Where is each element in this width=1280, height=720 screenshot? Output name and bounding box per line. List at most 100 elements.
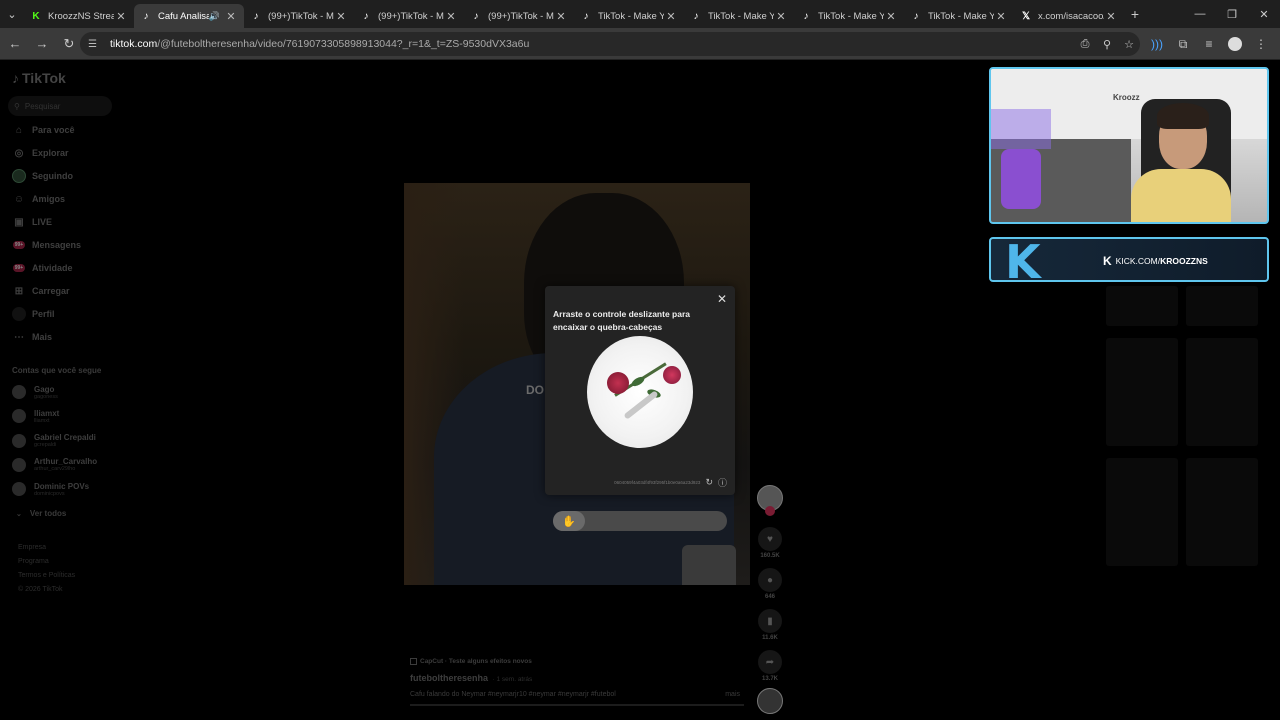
caption-line: Cafu falando do Neymar #neymarjr10 #neym… <box>410 691 750 698</box>
tab-close-icon[interactable]: ✕ <box>334 10 348 23</box>
activity-icon: 99+ <box>12 261 26 275</box>
tab-title: (99+)TikTok - Ma <box>488 10 554 22</box>
tiktok-logo[interactable]: ♪ TikTok <box>12 70 66 86</box>
sidebar-item-8[interactable]: Perfil <box>12 306 55 322</box>
restore-icon[interactable]: ❐ <box>1216 0 1248 28</box>
profile-avatar[interactable] <box>1228 37 1242 51</box>
post-date: · 1 sem. atrás <box>492 676 533 683</box>
footer-link[interactable]: Termos e Políticas <box>18 572 75 579</box>
install-app-icon[interactable]: ⎙ <box>1074 38 1096 51</box>
creator-avatar-button[interactable] <box>756 485 784 516</box>
zoom-icon[interactable]: ⚲ <box>1096 38 1118 51</box>
capcut-icon <box>410 658 417 665</box>
footer-link[interactable]: Empresa <box>18 544 46 551</box>
sidebar-item-7[interactable]: ⊞ Carregar <box>12 283 70 299</box>
tab-close-icon[interactable]: ✕ <box>114 10 128 23</box>
like-button[interactable]: ♥ 160.5K <box>756 527 784 559</box>
bookmark-star-icon[interactable]: ☆ <box>1118 38 1140 51</box>
account-handle: gagoness <box>34 393 58 400</box>
tab-close-icon[interactable]: ✕ <box>1104 10 1118 23</box>
related-tile[interactable] <box>1106 458 1178 566</box>
video-progress-bar[interactable] <box>410 704 744 706</box>
site-info-icon[interactable]: ☰ <box>88 39 102 50</box>
tab-close-icon[interactable]: ✕ <box>774 10 788 23</box>
tab-0[interactable]: K KroozzNS Stream✕ <box>24 4 134 28</box>
followed-account[interactable]: Arthur_Carvalho arthur_carv29lho <box>12 453 97 477</box>
toolbar: ← → ↻ ☰ tiktok.com /@futeboltheresenha/v… <box>0 28 1280 60</box>
extensions-icon[interactable]: ⧉ <box>1170 37 1196 52</box>
see-all-link[interactable]: ⌄ Ver todos <box>16 509 66 518</box>
followed-account[interactable]: Gago gagoness <box>12 380 58 404</box>
new-tab-button[interactable]: + <box>1124 6 1146 22</box>
search-input[interactable]: ⚲ Pesquisar <box>8 96 112 116</box>
tiktok-icon: ♪ <box>473 10 479 22</box>
close-icon[interactable]: ✕ <box>717 292 727 306</box>
sidebar-item-5[interactable]: 99+ Mensagens <box>12 237 81 253</box>
tiktok-icon: ♪ <box>143 10 149 22</box>
tab-title: TikTok - Make Yo <box>708 10 774 22</box>
tabs-container: KKroozzNS Stream✕♪Cafu Analisa a🔊✕♪(99+)… <box>24 0 1124 28</box>
extension-audio-icon[interactable]: ))) <box>1144 37 1170 51</box>
followed-account[interactable]: lliamxt lliamxt <box>12 404 59 428</box>
music-disc-button[interactable] <box>756 688 784 714</box>
tab-5[interactable]: ♪ TikTok - Make Yo ✕ <box>574 4 684 28</box>
sidebar-item-1[interactable]: ◎ Explorar <box>12 145 69 161</box>
sidebar-item-0[interactable]: ⌂ Para você <box>12 122 75 138</box>
friends-icon: ☺ <box>13 193 25 205</box>
refresh-icon[interactable]: ↻ <box>705 477 713 488</box>
sidebar-item-6[interactable]: 99+ Atividade <box>12 260 73 276</box>
close-window-icon[interactable]: ✕ <box>1248 0 1280 28</box>
comment-button[interactable]: ● 646 <box>756 568 784 600</box>
captcha-slider-handle[interactable]: ✋ <box>553 511 585 531</box>
sidebar-item-4[interactable]: ▣ LIVE <box>12 214 52 230</box>
footer-link[interactable]: Programa <box>18 558 49 565</box>
tab-2[interactable]: ♪ (99+)TikTok - Ma ✕ <box>244 4 354 28</box>
related-tile[interactable] <box>1106 286 1178 326</box>
tab-1[interactable]: ♪ Cafu Analisa a🔊 ✕ <box>134 4 244 28</box>
save-button[interactable]: ▮ 11.6K <box>756 609 784 641</box>
profile-icon <box>12 307 26 321</box>
tab-3[interactable]: ♪ (99+)TikTok - Ma ✕ <box>354 4 464 28</box>
tab-7[interactable]: ♪ TikTok - Make Yo ✕ <box>794 4 904 28</box>
sidebar-item-label: Atividade <box>32 263 73 273</box>
sidebar-item-2[interactable]: Seguindo <box>12 168 73 184</box>
tab-search-icon[interactable]: ⌄ <box>0 0 24 28</box>
media-control-icon[interactable]: ≡ <box>1196 37 1222 51</box>
kick-url: K KICK.COM/ KROOZZNS <box>1103 254 1208 268</box>
followed-account[interactable]: Dominic POVs dominicpovs <box>12 477 89 501</box>
captcha-slider-track[interactable]: ✋ <box>553 511 727 531</box>
tab-close-icon[interactable]: ✕ <box>554 10 568 23</box>
tab-8[interactable]: ♪ TikTok - Make Yo ✕ <box>904 4 1014 28</box>
sidebar-item-9[interactable]: ⋯ Mais <box>12 329 52 345</box>
minimize-icon[interactable]: — <box>1184 0 1216 28</box>
sidebar-item-label: Perfil <box>32 309 55 319</box>
more-link[interactable]: mais <box>725 691 740 698</box>
related-tile[interactable] <box>1106 338 1178 446</box>
tab-close-icon[interactable]: ✕ <box>884 10 898 23</box>
tab-9[interactable]: 𝕏x.com/isacacoo/s ✕ <box>1014 4 1124 28</box>
speaker-icon[interactable]: 🔊 <box>209 11 220 22</box>
author-name[interactable]: futeboltheresenha <box>410 673 488 683</box>
tab-close-icon[interactable]: ✕ <box>664 10 678 23</box>
followed-account[interactable]: Gabriel Crepaldi gcrepaldi <box>12 429 96 453</box>
capcut-link[interactable]: CapCut · Teste alguns efeitos novos <box>410 658 750 665</box>
tab-close-icon[interactable]: ✕ <box>224 10 238 23</box>
tab-6[interactable]: ♪ TikTok - Make Yo ✕ <box>684 4 794 28</box>
menu-icon[interactable]: ⋮ <box>1248 37 1274 51</box>
related-tile[interactable] <box>1186 338 1258 446</box>
related-tile[interactable] <box>1186 458 1258 566</box>
address-bar[interactable]: ☰ tiktok.com /@futeboltheresenha/video/7… <box>80 32 1140 56</box>
share-button[interactable]: ➦ 13.7K <box>756 650 784 682</box>
tab-title: KroozzNS Stream <box>48 10 114 22</box>
sidebar-item-3[interactable]: ☺ Amigos <box>12 191 65 207</box>
related-tile[interactable] <box>1186 286 1258 326</box>
forward-icon[interactable]: → <box>30 32 54 56</box>
follow-plus-icon[interactable] <box>765 506 775 516</box>
back-icon[interactable]: ← <box>3 32 27 56</box>
reload-icon[interactable]: ↻ <box>57 32 81 56</box>
info-icon[interactable]: ⓘ <box>718 476 727 489</box>
tab-close-icon[interactable]: ✕ <box>444 10 458 23</box>
footer-link: © 2026 TikTok <box>18 586 63 593</box>
tab-4[interactable]: ♪ (99+)TikTok - Ma ✕ <box>464 4 574 28</box>
tab-close-icon[interactable]: ✕ <box>994 10 1008 23</box>
